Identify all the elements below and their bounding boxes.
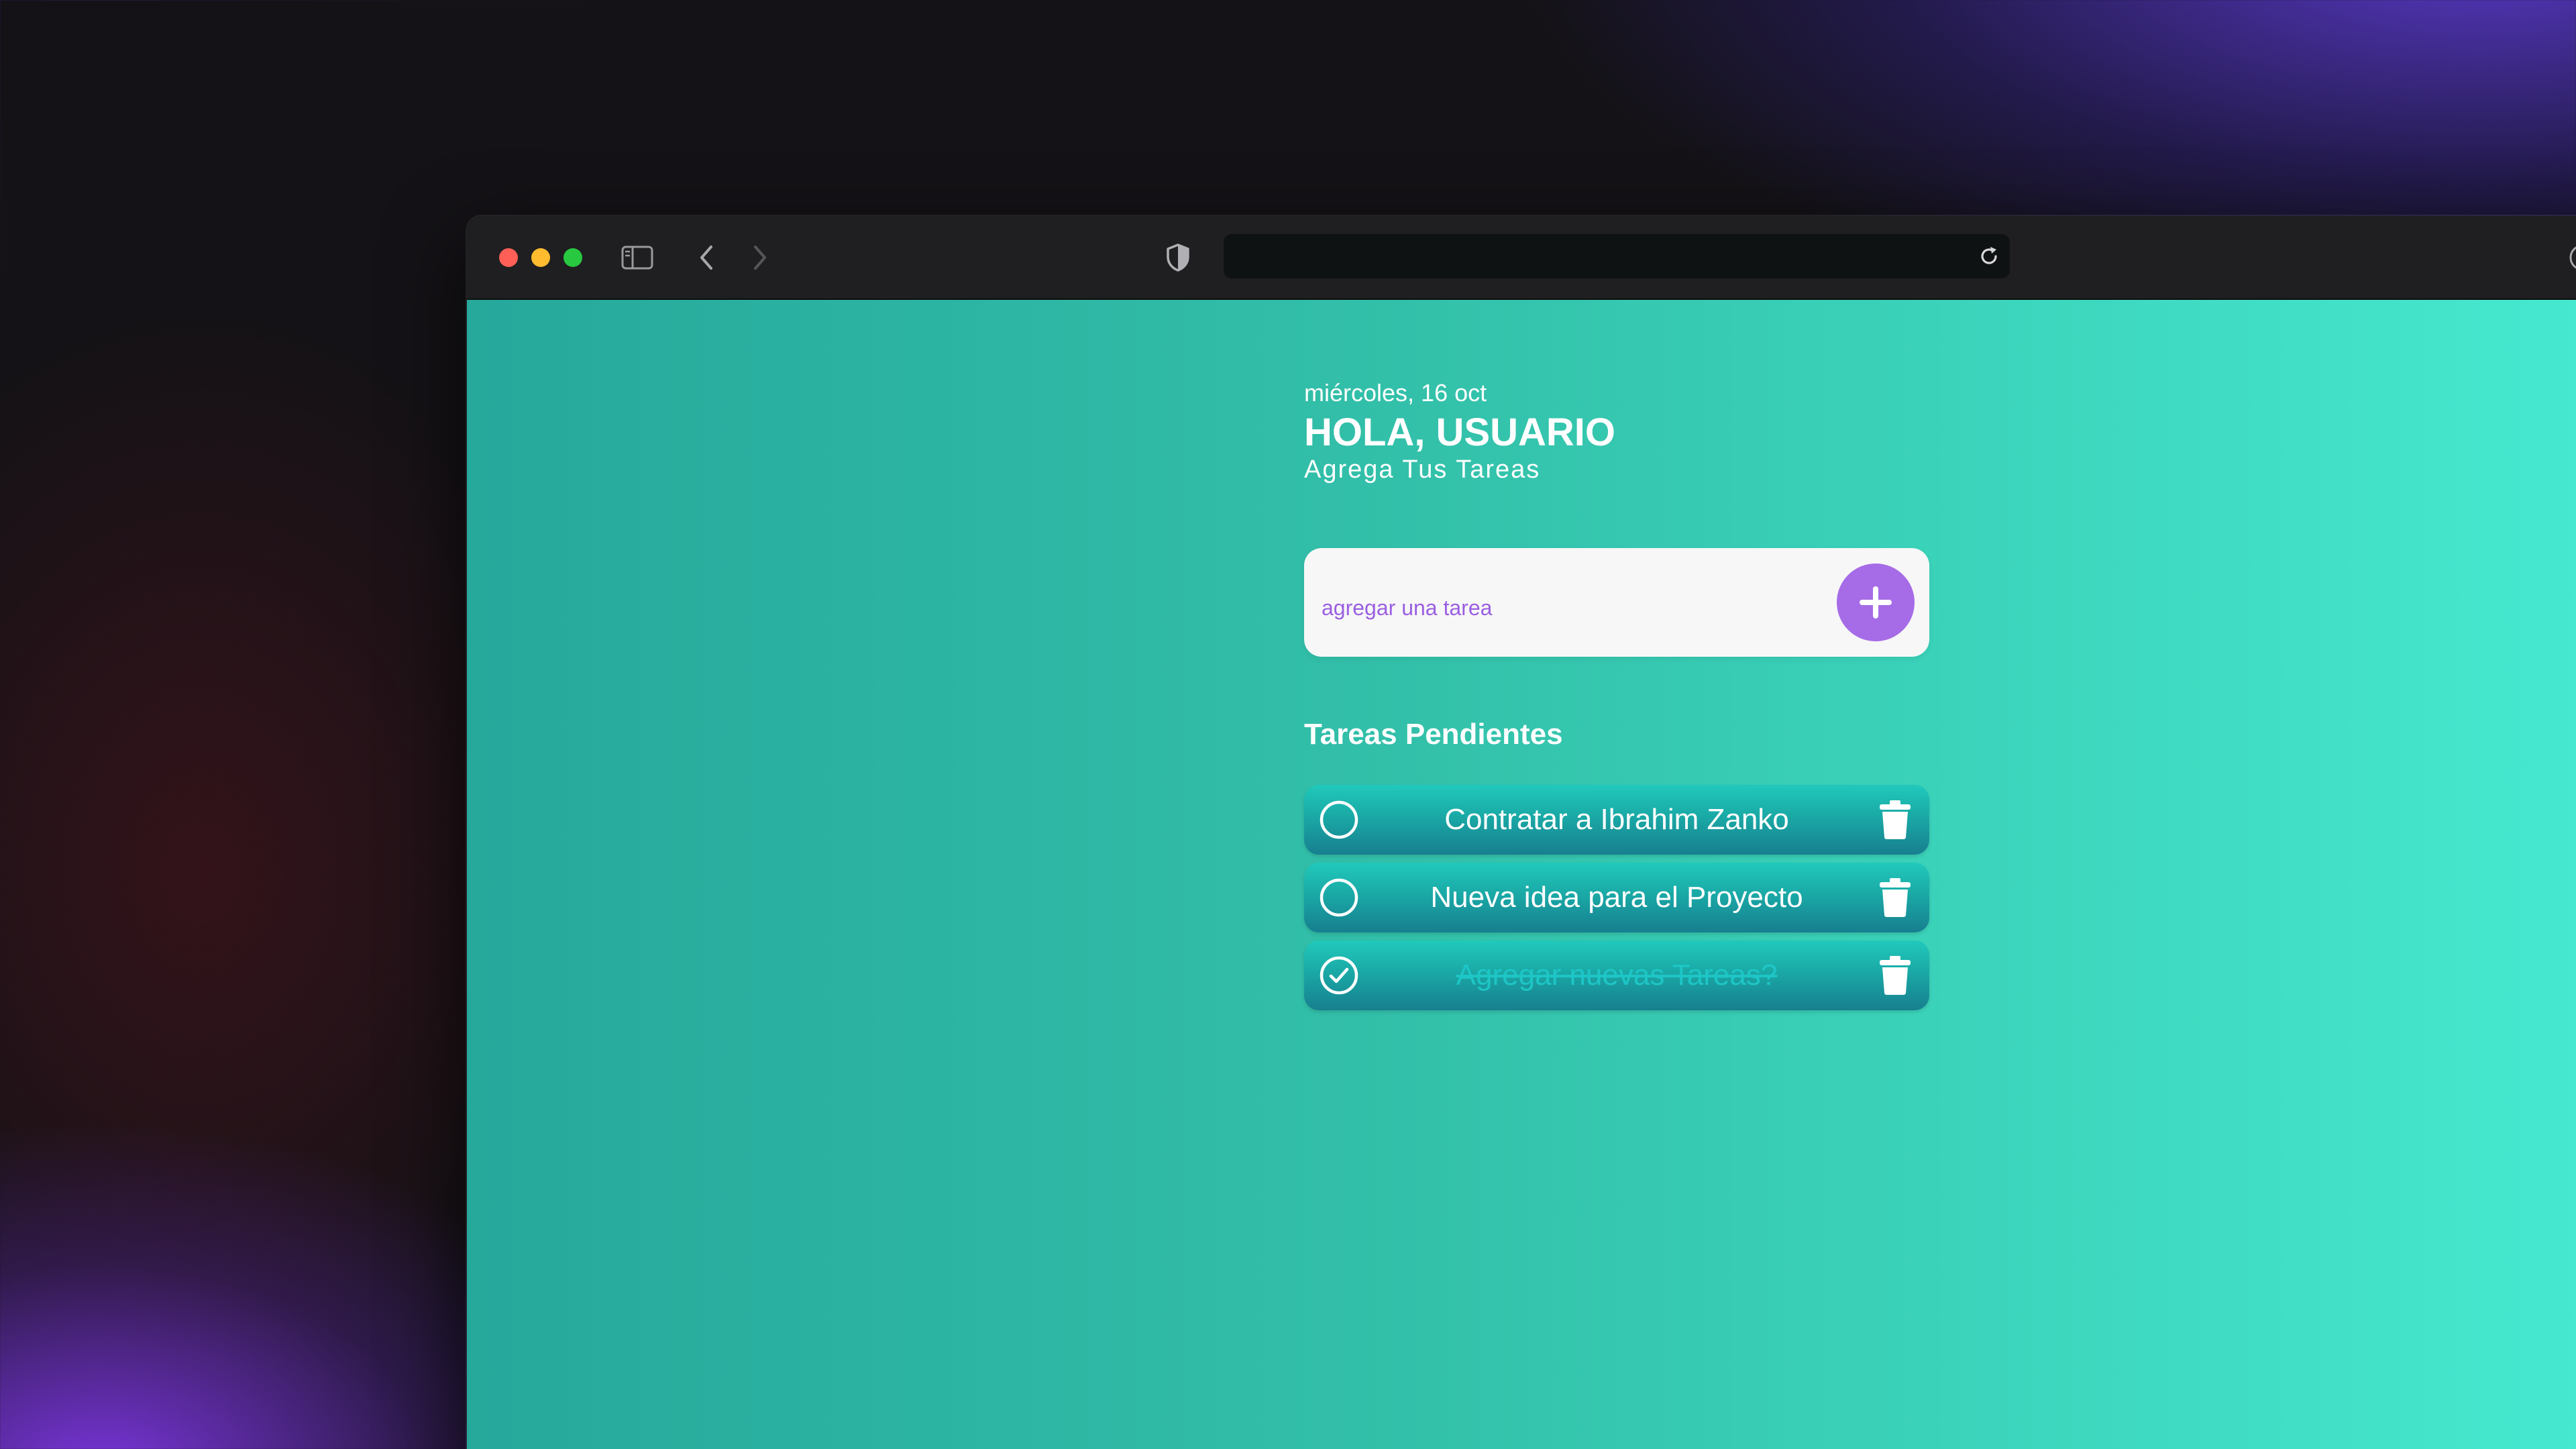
- current-date: miércoles, 16 oct: [1304, 379, 1487, 407]
- page-subtitle: Agrega Tus Tareas: [1304, 455, 1541, 484]
- circle-icon[interactable]: [1319, 877, 1359, 918]
- list-item: Contratar a Ibrahim Zanko: [1304, 785, 1929, 855]
- sidebar-icon[interactable]: [621, 246, 653, 270]
- page-title: HOLA, USUARIO: [1304, 411, 1615, 454]
- reload-icon[interactable]: [1978, 245, 2000, 268]
- check-circle-icon[interactable]: [1319, 955, 1359, 996]
- chevron-right-icon[interactable]: [747, 243, 771, 272]
- pending-tasks-heading: Tareas Pendientes: [1304, 718, 1563, 751]
- task-text: Agregar nuevas Tareas?: [1456, 959, 1778, 991]
- task-text: Contratar a Ibrahim Zanko: [1444, 803, 1789, 836]
- chevron-left-icon[interactable]: [695, 243, 719, 272]
- download-icon[interactable]: [2567, 241, 2576, 274]
- add-task-button[interactable]: [1837, 564, 1915, 641]
- trash-icon[interactable]: [1876, 954, 1915, 997]
- page-content: miércoles, 16 oct HOLA, USUARIO Agrega T…: [467, 300, 2576, 1449]
- task-text: Nueva idea para el Proyecto: [1430, 881, 1803, 914]
- close-window-button[interactable]: [499, 248, 518, 267]
- zoom-window-button[interactable]: [564, 248, 582, 267]
- trash-icon[interactable]: [1876, 798, 1915, 841]
- shield-icon[interactable]: [1165, 243, 1191, 272]
- minimize-window-button[interactable]: [531, 248, 550, 267]
- list-item: Agregar nuevas Tareas?: [1304, 941, 1929, 1010]
- list-item: Nueva idea para el Proyecto: [1304, 863, 1929, 932]
- task-input[interactable]: [1320, 587, 1833, 629]
- browser-window: miércoles, 16 oct HOLA, USUARIO Agrega T…: [467, 216, 2576, 1449]
- plus-icon: [1860, 586, 1892, 619]
- address-bar[interactable]: [1224, 234, 2010, 278]
- trash-icon[interactable]: [1876, 876, 1915, 919]
- task-list: Contratar a Ibrahim Zanko Nueva idea par…: [1304, 785, 1929, 1018]
- add-task-form: [1304, 548, 1929, 657]
- browser-toolbar: [467, 216, 2576, 300]
- circle-icon[interactable]: [1319, 800, 1359, 840]
